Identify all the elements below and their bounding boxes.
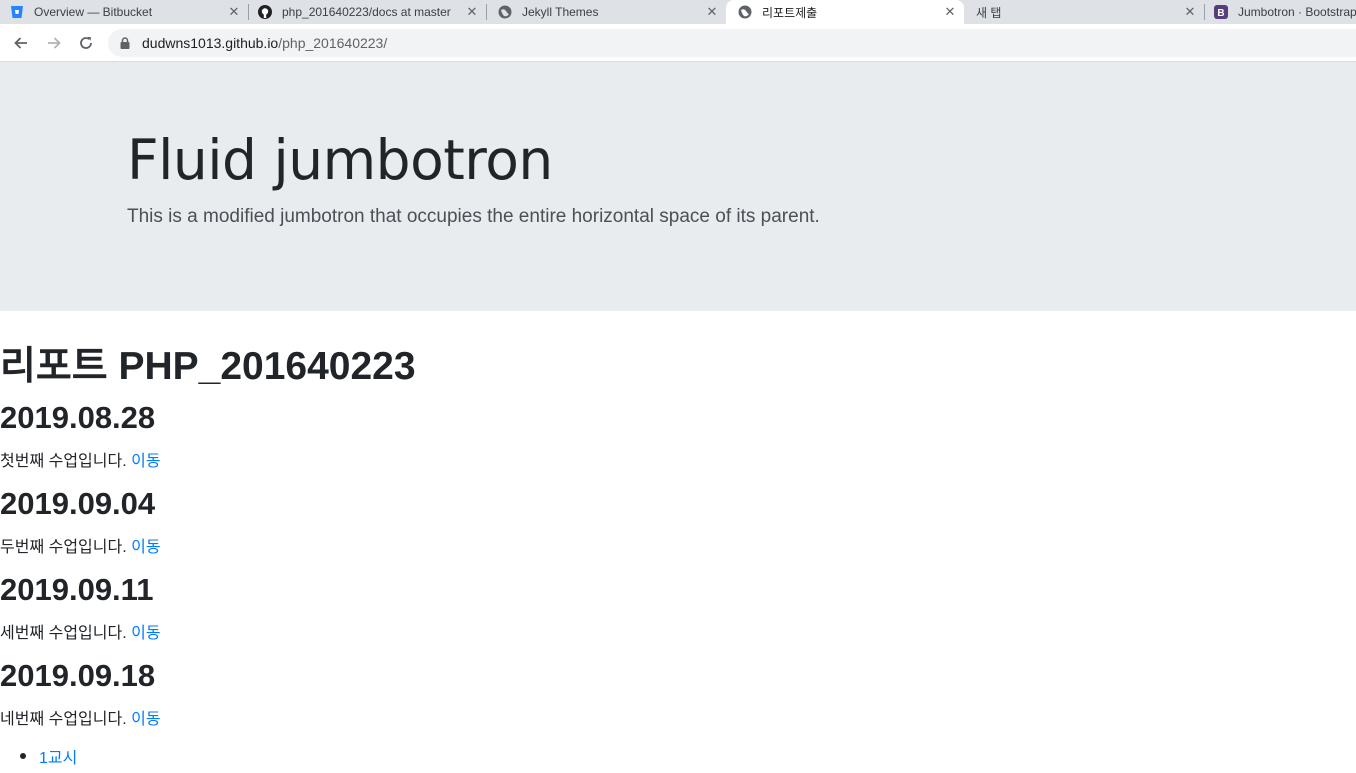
- entry-date: 2019.09.11: [0, 572, 154, 607]
- close-icon[interactable]: ✕: [464, 4, 480, 20]
- period-list: 1교시: [20, 744, 77, 768]
- browser-toolbar: dudwns1013.github.io/php_201640223/: [0, 24, 1356, 62]
- tab-separator: [248, 4, 249, 20]
- tab-github[interactable]: php_201640223/docs at master ✕: [258, 0, 480, 24]
- lock-icon: [120, 36, 134, 50]
- svg-text:B: B: [1217, 8, 1224, 19]
- entry-link[interactable]: 이동: [131, 711, 160, 728]
- url-host: dudwns1013.github.io: [142, 35, 279, 51]
- jumbotron-lead: This is a modified jumbotron that occupi…: [127, 206, 820, 227]
- list-item: 1교시: [20, 744, 77, 768]
- tab-title: php_201640223/docs at master: [282, 5, 451, 19]
- tab-title: Overview — Bitbucket: [34, 5, 153, 19]
- reload-icon: [80, 36, 92, 49]
- entry-date: 2019.08.28: [0, 400, 156, 435]
- bitbucket-icon: [10, 5, 24, 19]
- tab-title: Jekyll Themes: [522, 5, 599, 19]
- jumbotron-title: Fluid jumbotron: [127, 128, 553, 192]
- close-icon[interactable]: ✕: [226, 4, 242, 20]
- tab-title: 리포트제출: [762, 5, 818, 20]
- reload-button[interactable]: [74, 31, 98, 55]
- entry-link[interactable]: 이동: [131, 539, 160, 556]
- forward-arrow-icon: [48, 37, 61, 49]
- entry-link[interactable]: 이동: [131, 625, 160, 642]
- entry-description: 세번째 수업입니다.: [0, 625, 127, 642]
- entry-description: 네번째 수업입니다.: [0, 711, 127, 728]
- entry-text: 첫번째 수업입니다. 이동: [0, 447, 161, 471]
- entry-description: 두번째 수업입니다.: [0, 539, 127, 556]
- back-button[interactable]: [9, 31, 33, 55]
- tab-title: Jumbotron · Bootstrap: [1238, 5, 1356, 19]
- tab-separator: [1204, 4, 1205, 20]
- tab-strip: Overview — Bitbucket ✕ php_201640223/doc…: [0, 0, 1356, 24]
- entry-description: 첫번째 수업입니다.: [0, 453, 127, 470]
- globe-icon: [498, 5, 512, 19]
- close-icon[interactable]: ✕: [942, 4, 958, 20]
- tab-new-tab[interactable]: 새 탭 ✕: [976, 0, 1198, 24]
- bootstrap-icon: B: [1214, 5, 1228, 19]
- close-icon[interactable]: ✕: [1182, 4, 1198, 20]
- page-content: Fluid jumbotron This is a modified jumbo…: [0, 62, 1356, 773]
- tab-report-active[interactable]: 리포트제출 ✕: [726, 0, 964, 24]
- entry-text: 두번째 수업입니다. 이동: [0, 533, 161, 557]
- close-icon[interactable]: ✕: [704, 4, 720, 20]
- entry-date: 2019.09.04: [0, 486, 156, 521]
- address-bar[interactable]: dudwns1013.github.io/php_201640223/: [108, 29, 1356, 57]
- entry-link[interactable]: 이동: [131, 453, 160, 470]
- tab-bootstrap-jumbotron[interactable]: B Jumbotron · Bootstrap: [1214, 0, 1356, 24]
- jumbotron: Fluid jumbotron This is a modified jumbo…: [0, 62, 1356, 311]
- entry-text: 세번째 수업입니다. 이동: [0, 619, 161, 643]
- github-icon: [258, 5, 272, 19]
- tab-jekyll-themes[interactable]: Jekyll Themes ✕: [498, 0, 720, 24]
- tab-bitbucket[interactable]: Overview — Bitbucket ✕: [10, 0, 242, 24]
- url-path: /php_201640223/: [278, 35, 388, 51]
- globe-icon: [738, 5, 752, 19]
- tab-title: 새 탭: [976, 5, 1002, 20]
- back-arrow-icon: [14, 37, 27, 49]
- list-item-link[interactable]: 1교시: [39, 744, 77, 768]
- entry-text: 네번째 수업입니다. 이동: [0, 705, 161, 729]
- forward-button[interactable]: [42, 31, 66, 55]
- page-title: 리포트 PHP_201640223: [0, 345, 416, 388]
- bullet-icon: [20, 753, 26, 759]
- tab-separator: [486, 4, 487, 20]
- entry-date: 2019.09.18: [0, 658, 156, 693]
